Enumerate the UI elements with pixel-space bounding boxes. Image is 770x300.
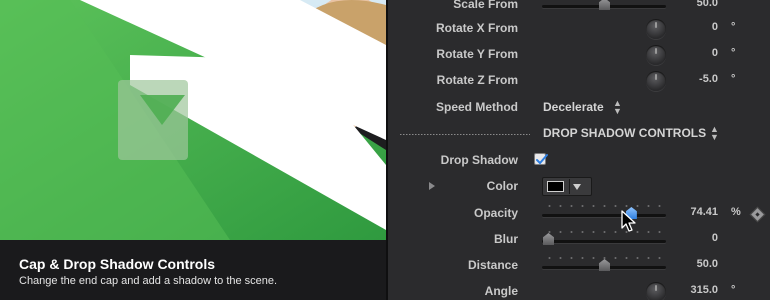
blur-label: Blur [494,232,518,246]
ghost-box [118,80,188,160]
row-color: Color [388,174,770,200]
angle-dial[interactable] [646,282,666,300]
distance-value[interactable]: 50.0 [697,258,718,270]
rotate-x-value[interactable]: 0 [712,21,718,33]
rotate-z-value[interactable]: -5.0 [699,73,718,85]
inspector-panel: Scale From 50.0 Rotate X From 0 ° Rotate… [388,0,770,300]
blur-value[interactable]: 0 [712,232,718,244]
chevron-down-icon [573,184,581,190]
checkmark-icon [536,154,548,165]
speed-method-popup[interactable]: Decelerate [543,100,604,114]
speed-method-stepper-icon[interactable]: ▲ ▼ [613,99,622,116]
angle-value[interactable]: 315.0 [690,284,718,296]
rotate-y-label: Rotate Y From [436,47,518,61]
distance-label: Distance [467,258,518,272]
row-rotate-x: Rotate X From 0 ° [388,16,770,42]
angle-unit: ° [731,284,736,296]
rotate-z-label: Rotate Z From [436,73,518,87]
slider-thumb[interactable] [543,233,554,245]
mouse-pointer-icon [621,210,636,232]
speed-method-label: Speed Method [435,100,518,114]
drop-shadow-label: Drop Shadow [440,153,518,167]
row-rotate-y: Rotate Y From 0 ° [388,42,770,68]
blur-slider[interactable] [542,227,666,253]
color-swatch [547,181,564,192]
drop-shadow-checkbox[interactable] [534,153,548,165]
scale-from-label: Scale From [453,0,518,11]
caption-subtitle: Change the end cap and add a shadow to t… [19,275,278,287]
keyframe-diamond-icon[interactable] [749,206,766,223]
row-speed-method: Speed Method Decelerate ▲ ▼ [388,95,770,121]
opacity-label: Opacity [473,206,518,220]
rotate-x-label: Rotate X From [435,21,518,35]
row-section-drop-shadow: DROP SHADOW CONTROLS ▲ ▼ [388,121,770,147]
color-well-separator [569,179,570,194]
preview-artwork [0,0,386,240]
section-popup[interactable]: DROP SHADOW CONTROLS [543,126,706,140]
rotate-z-dial[interactable] [646,71,666,91]
rotate-x-unit: ° [731,21,736,33]
rotate-x-dial[interactable] [646,19,666,39]
video-preview: Cap & Drop Shadow Controls Change the en… [0,0,386,300]
opacity-value[interactable]: 74.41 [690,206,718,218]
color-label: Color [486,179,518,193]
row-drop-shadow: Drop Shadow [388,148,770,174]
row-rotate-z: Rotate Z From -5.0 ° [388,68,770,94]
slider-track [542,214,666,217]
preview-caption: Cap & Drop Shadow Controls Change the en… [0,240,386,300]
row-angle: Angle 315.0 ° [388,279,770,300]
row-distance: Distance 50.0 [388,253,770,279]
distance-slider[interactable] [542,253,666,279]
slider-ticks [544,231,664,233]
rotate-z-unit: ° [731,73,736,85]
row-blur: Blur 0 [388,227,770,253]
color-well[interactable] [542,177,592,196]
rotate-y-dial[interactable] [646,45,666,65]
slider-thumb[interactable] [599,0,610,10]
section-stepper-icon[interactable]: ▲ ▼ [710,125,719,142]
slider-track [542,240,666,243]
row-opacity: Opacity 74.41 % [388,201,770,227]
slider-thumb[interactable] [599,259,610,271]
opacity-slider[interactable] [542,201,666,227]
angle-label: Angle [484,284,518,298]
rotate-y-value[interactable]: 0 [712,47,718,59]
caption-title: Cap & Drop Shadow Controls [19,256,215,272]
disclosure-triangle-icon[interactable] [429,182,435,190]
slider-ticks [544,205,664,207]
opacity-unit: % [731,206,741,218]
scale-from-value[interactable]: 50.0 [697,0,718,9]
rotate-y-unit: ° [731,47,736,59]
